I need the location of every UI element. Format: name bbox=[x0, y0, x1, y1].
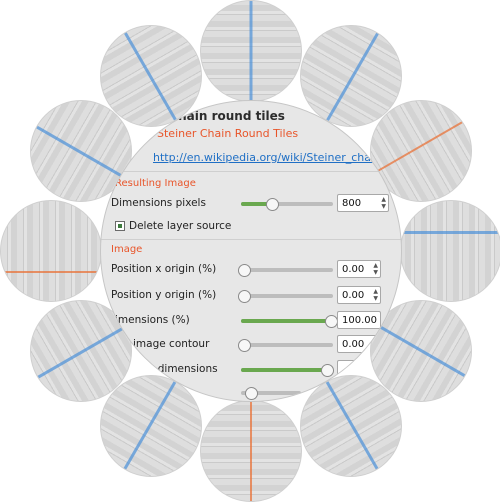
delete-layer-source-checkbox[interactable] bbox=[115, 221, 125, 231]
position-y-value: 0.00 bbox=[342, 290, 365, 301]
position-y-input[interactable]: 0.00 ▲ ▼ bbox=[337, 286, 381, 304]
dimensions-percent-label: imensions (%) bbox=[115, 314, 190, 326]
section-resulting-image: Resulting Image bbox=[115, 178, 196, 189]
center-disc: chain round tiles Steiner Chain Round Ti… bbox=[100, 100, 402, 402]
slider-knob[interactable] bbox=[266, 198, 279, 211]
spin-arrows-icon[interactable]: ▲ ▼ bbox=[381, 196, 386, 210]
tile-disc-top bbox=[200, 0, 302, 102]
slider-knob[interactable] bbox=[238, 339, 251, 352]
dialog-title: chain round tiles bbox=[171, 109, 285, 123]
position-x-value: 0.00 bbox=[342, 264, 365, 275]
dimensions-pixels-input[interactable]: 800 ▲ ▼ bbox=[337, 194, 389, 212]
spin-arrows-icon[interactable]: ▲ ▼ bbox=[373, 288, 378, 302]
image-contour-checkbox[interactable] bbox=[115, 340, 125, 350]
dimensions-percent-value: 100.00 bbox=[342, 315, 377, 326]
dimensions-pixels-value: 800 bbox=[342, 198, 362, 209]
plugin-dialog: chain round tiles Steiner Chain Round Ti… bbox=[101, 101, 401, 401]
contour-dimensions-label: our dimensions bbox=[137, 363, 218, 375]
divider bbox=[101, 239, 401, 240]
image-contour-value: 0.00 bbox=[342, 339, 365, 350]
image-contour-slider[interactable] bbox=[238, 339, 333, 352]
position-y-slider[interactable] bbox=[238, 290, 333, 303]
wiki-link[interactable]: http://en.wikipedia.org/wiki/Steiner_cha… bbox=[153, 151, 381, 164]
position-y-label: Position y origin (%) bbox=[111, 289, 217, 301]
image-contour-label: image contour bbox=[133, 338, 210, 350]
position-x-slider[interactable] bbox=[238, 264, 333, 277]
delete-layer-source-label: Delete layer source bbox=[129, 220, 232, 232]
divider bbox=[101, 171, 401, 172]
image-contour-input[interactable]: 0.00 bbox=[337, 335, 381, 353]
spin-arrows-icon[interactable]: ▲ ▼ bbox=[373, 262, 378, 276]
tile-disc-left bbox=[0, 200, 102, 302]
position-x-label: Position x origin (%) bbox=[111, 263, 217, 275]
steiner-chain-render: chain round tiles Steiner Chain Round Ti… bbox=[0, 0, 500, 502]
tile-disc-right bbox=[400, 200, 500, 302]
slider-knob[interactable] bbox=[238, 264, 251, 277]
plugin-name: Steiner Chain Round Tiles bbox=[157, 127, 299, 140]
dimensions-pixels-label: Dimensions pixels bbox=[111, 197, 206, 209]
dimensions-percent-input[interactable]: 100.00 bbox=[337, 311, 381, 329]
slider-knob[interactable] bbox=[321, 364, 334, 377]
dimensions-pixels-slider[interactable] bbox=[241, 198, 333, 211]
tile-disc-bottom bbox=[200, 400, 302, 502]
position-x-input[interactable]: 0.00 ▲ ▼ bbox=[337, 260, 381, 278]
slider-knob[interactable] bbox=[238, 290, 251, 303]
contour-dimensions-input[interactable] bbox=[337, 360, 377, 378]
slider-knob[interactable] bbox=[245, 387, 258, 400]
section-image: Image bbox=[111, 244, 143, 255]
dimensions-percent-slider[interactable] bbox=[241, 315, 338, 328]
extra-slider[interactable] bbox=[241, 387, 301, 400]
contour-dimensions-slider[interactable] bbox=[241, 364, 334, 377]
